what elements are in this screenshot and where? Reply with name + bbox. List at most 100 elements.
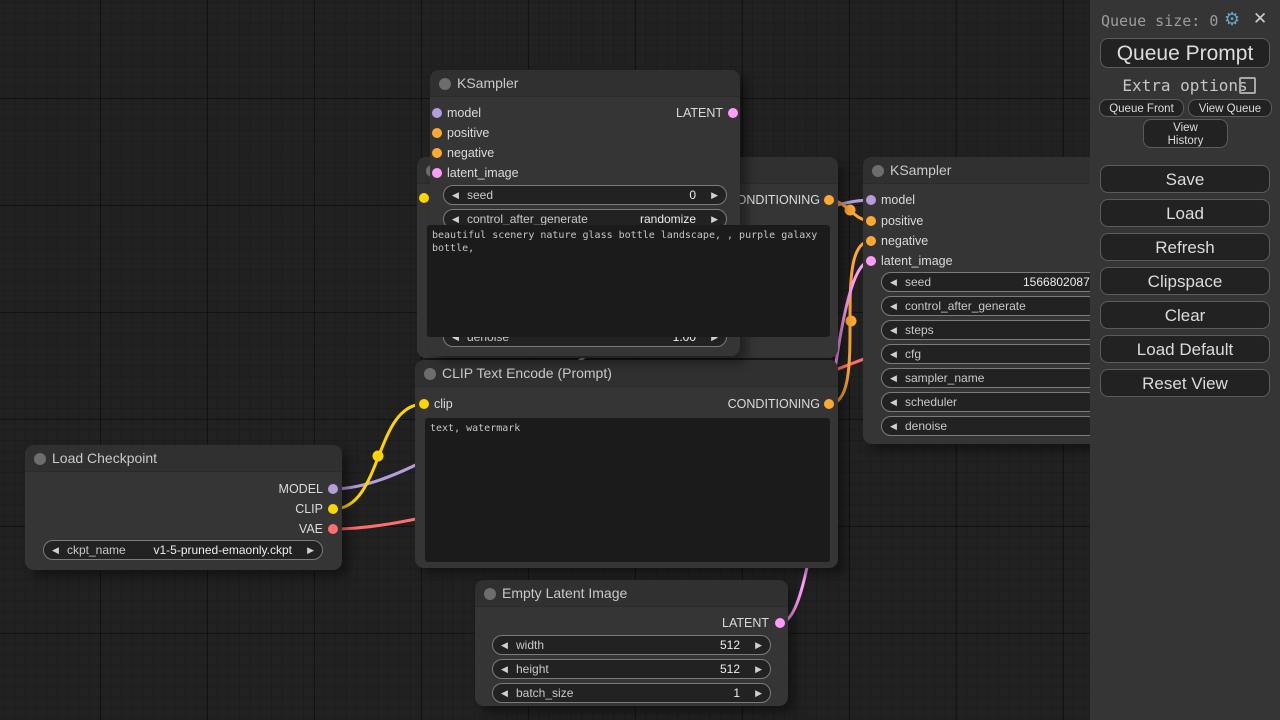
reset-view-button[interactable]: Reset View	[1100, 369, 1270, 397]
widget-value: 1	[733, 686, 740, 701]
decrement-arrow-icon[interactable]: ◀	[890, 421, 897, 432]
collapse-dot-icon[interactable]	[872, 165, 884, 177]
model-input-label: model	[881, 193, 915, 207]
conditioning-output-label: CONDITIONING	[728, 193, 820, 207]
decrement-arrow-icon[interactable]: ◀	[890, 277, 897, 288]
load-button[interactable]: Load	[1100, 199, 1270, 227]
latent-image-input-label: latent_image	[447, 166, 519, 180]
negative-input-label: negative	[881, 234, 928, 248]
positive-input-slot[interactable]	[866, 216, 876, 226]
increment-arrow-icon[interactable]: ▶	[755, 664, 762, 675]
ckpt-name-widget[interactable]: ◀ ckpt_name v1-5-pruned-emaonly.ckpt ▶	[43, 540, 323, 560]
model-output-label: MODEL	[279, 482, 323, 496]
negative-input-slot[interactable]	[866, 236, 876, 246]
widget-label: steps	[905, 323, 934, 338]
widget-value: 512	[720, 638, 740, 653]
conditioning-output-label: CONDITIONING	[728, 397, 820, 411]
node-title[interactable]: KSampler	[430, 70, 740, 97]
wire-dot-cond-neg	[846, 316, 857, 327]
collapse-dot-icon[interactable]	[424, 368, 436, 380]
widget-label: seed	[467, 188, 493, 203]
node-load-checkpoint[interactable]: Load Checkpoint MODEL CLIP VAE ◀ ckpt_na…	[25, 445, 342, 570]
negative-prompt-textarea[interactable]: text, watermark	[425, 418, 830, 562]
clip-output-slot[interactable]	[328, 504, 338, 514]
increment-arrow-icon[interactable]: ▶	[755, 688, 762, 699]
comfy-menu: Queue size: 0 Queue Prompt Extra options…	[1090, 0, 1280, 720]
view-history-button[interactable]: View History	[1143, 119, 1228, 148]
model-input-slot[interactable]	[432, 108, 442, 118]
decrement-arrow-icon[interactable]: ◀	[890, 373, 897, 384]
positive-input-label: positive	[447, 126, 489, 140]
latent-output-label: LATENT	[676, 106, 723, 120]
height-widget[interactable]: ◀ height 512 ▶	[492, 659, 771, 679]
clip-input-slot[interactable]	[419, 193, 429, 203]
latent-output-slot[interactable]	[728, 108, 738, 118]
negative-input-slot[interactable]	[432, 148, 442, 158]
widget-value: 1566802087	[1023, 275, 1090, 290]
vae-output-label: VAE	[299, 522, 323, 536]
increment-arrow-icon[interactable]: ▶	[711, 214, 718, 225]
batch-size-widget[interactable]: ◀ batch_size 1 ▶	[492, 683, 771, 703]
decrement-arrow-icon[interactable]: ◀	[452, 214, 459, 225]
widget-value: 0	[689, 188, 696, 203]
model-input-slot[interactable]	[866, 195, 876, 205]
load-default-button[interactable]: Load Default	[1100, 335, 1270, 363]
clip-input-slot[interactable]	[419, 399, 429, 409]
increment-arrow-icon[interactable]: ▶	[755, 640, 762, 651]
decrement-arrow-icon[interactable]: ◀	[890, 325, 897, 336]
model-output-slot[interactable]	[328, 484, 338, 494]
node-title[interactable]: CLIP Text Encode (Prompt)	[415, 360, 838, 387]
latent-output-label: LATENT	[722, 616, 769, 630]
latent-image-input-slot[interactable]	[866, 256, 876, 266]
prev-arrow-icon[interactable]: ◀	[52, 545, 59, 556]
decrement-arrow-icon[interactable]: ◀	[890, 301, 897, 312]
refresh-button[interactable]: Refresh	[1100, 233, 1270, 261]
node-title[interactable]: Empty Latent Image	[475, 580, 788, 607]
latent-image-input-label: latent_image	[881, 254, 953, 268]
widget-value: v1-5-pruned-emaonly.ckpt	[153, 543, 292, 558]
latent-image-input-slot[interactable]	[432, 168, 442, 178]
vae-output-slot[interactable]	[328, 524, 338, 534]
widget-label: height	[516, 662, 549, 677]
clipspace-button[interactable]: Clipspace	[1100, 267, 1270, 295]
decrement-arrow-icon[interactable]: ◀	[452, 190, 459, 201]
decrement-arrow-icon[interactable]: ◀	[501, 664, 508, 675]
settings-gear-icon[interactable]: ⚙	[1224, 9, 1240, 30]
positive-prompt-textarea[interactable]: beautiful scenery nature glass bottle la…	[427, 225, 830, 337]
collapse-dot-icon[interactable]	[34, 453, 46, 465]
wire-dot-clip	[373, 451, 384, 462]
negative-input-label: negative	[447, 146, 494, 160]
positive-input-slot[interactable]	[432, 128, 442, 138]
view-queue-button[interactable]: View Queue	[1188, 99, 1272, 117]
queue-prompt-button[interactable]: Queue Prompt	[1100, 38, 1270, 68]
conditioning-output-slot[interactable]	[824, 399, 834, 409]
widget-label: sampler_name	[905, 371, 984, 386]
conditioning-output-slot[interactable]	[824, 195, 834, 205]
decrement-arrow-icon[interactable]: ◀	[501, 688, 508, 699]
decrement-arrow-icon[interactable]: ◀	[890, 397, 897, 408]
collapse-dot-icon[interactable]	[439, 78, 451, 90]
decrement-arrow-icon[interactable]: ◀	[890, 349, 897, 360]
clip-output-label: CLIP	[295, 502, 323, 516]
seed-widget[interactable]: ◀ seed 0 ▶	[443, 185, 727, 205]
next-arrow-icon[interactable]: ▶	[307, 545, 314, 556]
widget-label: control_after_generate	[905, 299, 1026, 314]
model-input-label: model	[447, 106, 481, 120]
queue-front-button[interactable]: Queue Front	[1099, 99, 1184, 117]
save-button[interactable]: Save	[1100, 165, 1270, 193]
collapse-dot-icon[interactable]	[484, 588, 496, 600]
widget-label: cfg	[905, 347, 921, 362]
widget-label: scheduler	[905, 395, 957, 410]
latent-output-slot[interactable]	[775, 618, 785, 628]
width-widget[interactable]: ◀ width 512 ▶	[492, 635, 771, 655]
extra-options-checkbox[interactable]	[1239, 77, 1256, 94]
close-menu-icon[interactable]: ✕	[1253, 9, 1267, 29]
node-title[interactable]: Load Checkpoint	[25, 445, 342, 472]
widget-label: width	[516, 638, 544, 653]
decrement-arrow-icon[interactable]: ◀	[501, 640, 508, 651]
node-empty-latent-image[interactable]: Empty Latent Image LATENT ◀ width 512 ▶ …	[475, 580, 788, 706]
widget-label: ckpt_name	[67, 543, 126, 558]
clear-button[interactable]: Clear	[1100, 301, 1270, 329]
increment-arrow-icon[interactable]: ▶	[711, 190, 718, 201]
queue-size-label: Queue size: 0	[1101, 12, 1218, 30]
